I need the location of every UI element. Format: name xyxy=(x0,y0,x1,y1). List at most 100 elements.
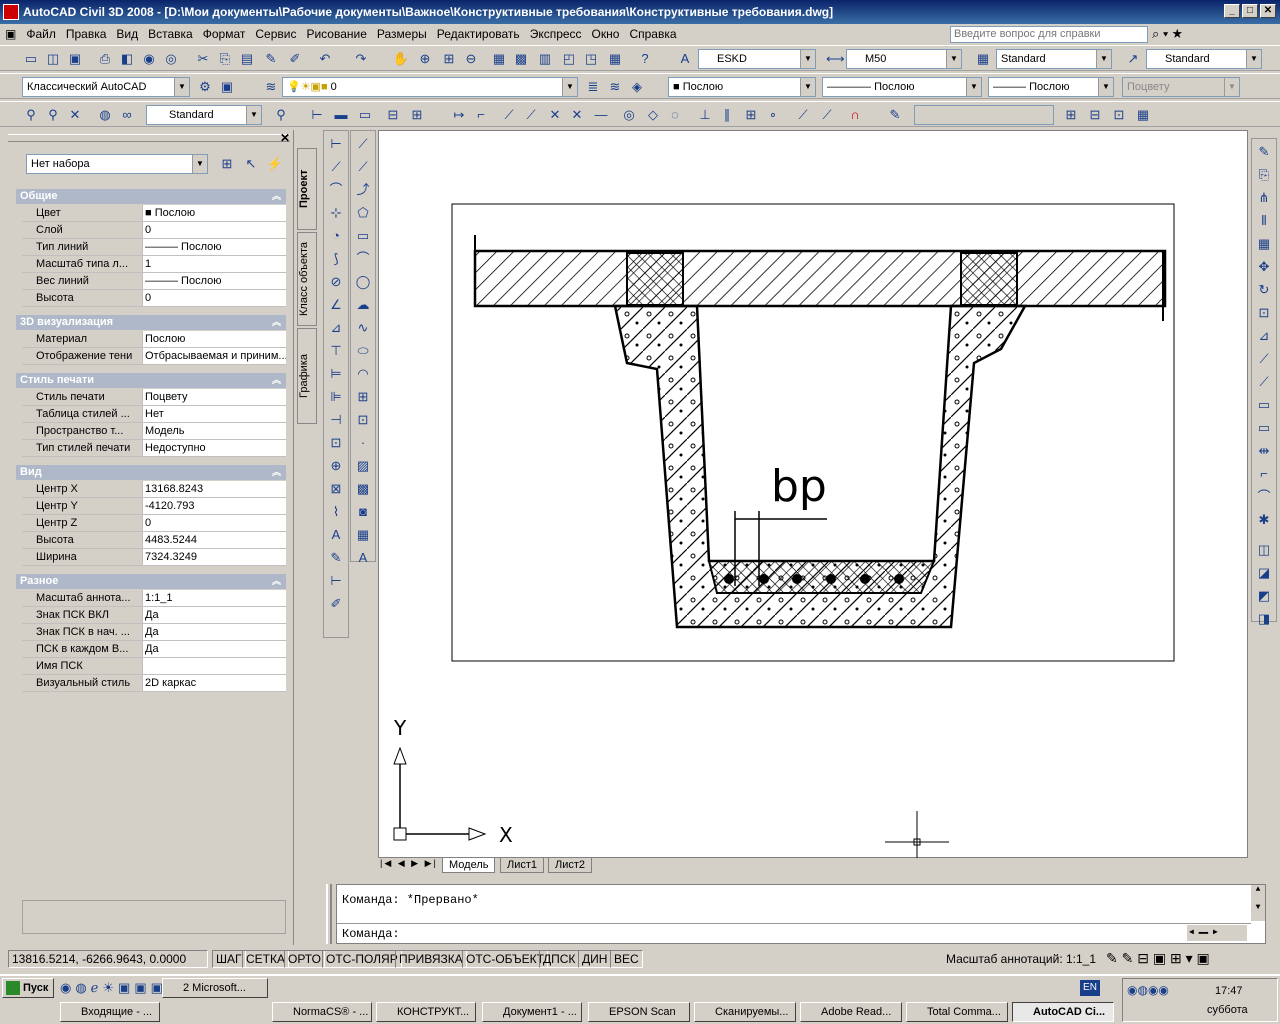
task-inbox[interactable]: Входящие - ... xyxy=(60,1002,160,1022)
polygon-icon[interactable]: ⬠ xyxy=(354,204,372,222)
palette-grip[interactable] xyxy=(8,134,290,142)
property-value[interactable]: 1:1_1 xyxy=(142,590,286,606)
osnap-toggle[interactable]: ПРИВЯЗКА xyxy=(395,950,467,968)
osnap-settings-icon[interactable]: ⟋ xyxy=(818,106,836,124)
section-header[interactable]: 3D визуализация ︽ xyxy=(16,315,286,330)
property-value[interactable]: Да xyxy=(142,607,286,623)
dim-style-icon[interactable]: ⟷ xyxy=(826,50,845,68)
ref-add-icon[interactable]: ⊞ xyxy=(1062,106,1080,124)
property-row[interactable]: Материал Послою xyxy=(22,331,286,348)
grid-toggle[interactable]: СЕТКА xyxy=(242,950,289,968)
property-row[interactable]: Масштаб аннота... 1:1_1 xyxy=(22,590,286,607)
property-value[interactable]: 4483.5244 xyxy=(142,532,286,548)
collapse-icon[interactable]: ︽ xyxy=(272,373,281,388)
dim-continue-icon[interactable]: ⊨ xyxy=(327,365,345,383)
property-value[interactable]: 7324.3249 xyxy=(142,549,286,565)
rectangle-icon[interactable]: ▭ xyxy=(354,227,372,245)
field-icon[interactable]: ⊞ xyxy=(408,106,426,124)
collapse-icon[interactable]: ︽ xyxy=(272,574,281,589)
quick-dim-icon[interactable]: ⊿ xyxy=(327,319,345,337)
fillet-icon[interactable]: ⌒ xyxy=(1255,488,1273,506)
layer-previous-icon[interactable]: ≋ xyxy=(606,78,624,96)
save-icon[interactable]: ▣ xyxy=(66,50,84,68)
property-row[interactable]: Высота 4483.5244 xyxy=(22,532,286,549)
layer-delete-icon[interactable]: ✕ xyxy=(66,106,84,124)
snap-extension-icon[interactable]: ⌐ xyxy=(472,106,490,124)
join-icon[interactable]: ⇹ xyxy=(1255,442,1273,460)
menu-express[interactable]: Экспресс xyxy=(525,27,587,41)
dim-update-icon[interactable]: ⊢ xyxy=(327,572,345,590)
property-value[interactable]: 0 xyxy=(142,290,286,306)
construction-line-icon[interactable]: ⟋ xyxy=(354,158,372,176)
snap-none-icon[interactable]: ⟋ xyxy=(794,106,812,124)
property-row[interactable]: ПСК в каждом В... Да xyxy=(22,641,286,658)
collapse-icon[interactable]: ︽ xyxy=(272,189,281,204)
dim-linear-tool-icon[interactable]: ⊢ xyxy=(327,135,345,153)
offset-icon[interactable]: ⫴ xyxy=(1255,212,1273,230)
snap-tangent-icon[interactable]: ◌ xyxy=(666,106,684,124)
lwt-toggle[interactable]: ВЕС xyxy=(610,950,643,968)
toggle-pickadd-icon[interactable]: ⊞ xyxy=(218,155,236,173)
property-row[interactable]: Отображение тени Отбрасываемая и приним..… xyxy=(22,348,286,365)
property-value[interactable]: Да xyxy=(142,624,286,640)
spline-icon[interactable]: ∿ xyxy=(354,319,372,337)
trim-icon[interactable]: ⟋ xyxy=(1255,350,1273,368)
snap-midpoint-icon[interactable]: ⟋ xyxy=(500,106,518,124)
property-value[interactable]: 0 xyxy=(142,222,286,238)
search-icon[interactable]: ⌕ ▾ ★ xyxy=(1152,26,1183,42)
property-value[interactable]: Нет xyxy=(142,406,286,422)
dim-break-icon[interactable]: ⊣ xyxy=(327,411,345,429)
table-style-select[interactable]: Standard ▼ xyxy=(996,49,1112,69)
property-row[interactable]: Знак ПСК ВКЛ Да xyxy=(22,607,286,624)
dim-style-select[interactable]: M50 ▼ xyxy=(846,49,962,69)
orbit-icon[interactable]: ◍ xyxy=(96,106,114,124)
explode-icon[interactable]: ✱ xyxy=(1255,511,1273,529)
design-center-icon[interactable]: ▩ xyxy=(512,50,530,68)
property-row[interactable]: Визуальный стиль 2D каркас xyxy=(22,675,286,692)
layer-freeze-icon[interactable]: ⚲ xyxy=(44,106,62,124)
linetype-select[interactable]: ———— Послою ▼ xyxy=(822,77,982,97)
task-document[interactable]: Документ1 - ... xyxy=(482,1002,582,1022)
inspect-icon[interactable]: ⊟ xyxy=(384,106,402,124)
polyline-icon[interactable]: ⤴ xyxy=(354,181,372,199)
array-icon[interactable]: ▦ xyxy=(1255,235,1273,253)
block-editor-icon[interactable]: ✐ xyxy=(286,50,304,68)
section-header[interactable]: Разное ︽ xyxy=(16,574,286,589)
paste-icon[interactable]: ▤ xyxy=(238,50,256,68)
snap-insert-icon[interactable]: ⊞ xyxy=(742,106,760,124)
property-row[interactable]: Центр X 13168.8243 xyxy=(22,481,286,498)
extend-icon[interactable]: ⟋ xyxy=(1255,373,1273,391)
publish-icon[interactable]: ◉ xyxy=(140,50,158,68)
new-icon[interactable]: ▭ xyxy=(22,50,40,68)
property-row[interactable]: Ширина 7324.3249 xyxy=(22,549,286,566)
tolerance-icon[interactable]: ⊡ xyxy=(327,434,345,452)
minimize-button[interactable]: _ xyxy=(1224,4,1240,18)
quick-select-icon[interactable]: ⚡ xyxy=(266,155,284,173)
dim-baseline-tool-icon[interactable]: ⊤ xyxy=(327,342,345,360)
layer-manager-icon[interactable]: ≋ xyxy=(262,78,280,96)
property-value[interactable]: Поцвету xyxy=(142,389,286,405)
snap-intersection-icon[interactable]: ⟋ xyxy=(522,106,540,124)
help-icon[interactable]: ? xyxy=(636,50,654,68)
tab-project[interactable]: Проект xyxy=(297,148,317,230)
dim-aligned-icon[interactable]: ▬ xyxy=(332,106,350,124)
snap-toggle[interactable]: ШАГ xyxy=(212,950,246,968)
section-header[interactable]: Стиль печати ︽ xyxy=(16,373,286,388)
snap-node-icon[interactable]: ✕ xyxy=(568,106,586,124)
zoom-icon[interactable]: ⚲ xyxy=(22,106,40,124)
dim-linear-icon[interactable]: ⊢ xyxy=(308,106,326,124)
property-row[interactable]: Слой 0 xyxy=(22,222,286,239)
walk-icon[interactable]: ∞ xyxy=(118,106,136,124)
cut-icon[interactable]: ✂ xyxy=(194,50,212,68)
tab-layout2[interactable]: Лист2 xyxy=(548,858,593,873)
insert-block-icon[interactable]: ⊞ xyxy=(354,388,372,406)
copy-icon[interactable]: ⎘ xyxy=(216,50,234,68)
region-icon[interactable]: ◙ xyxy=(354,503,372,521)
calculator-icon[interactable]: ▦ xyxy=(606,50,624,68)
menu-modify[interactable]: Редактировать xyxy=(432,27,525,41)
tray-icons[interactable]: ◉◍◉◉ xyxy=(1127,983,1169,997)
dim-radius-icon[interactable]: ◔ xyxy=(327,227,345,245)
property-row[interactable]: Тип стилей печати Недоступно xyxy=(22,440,286,457)
property-value[interactable]: 13168.8243 xyxy=(142,481,286,497)
task-scanned[interactable]: Сканируемы... xyxy=(694,1002,796,1022)
